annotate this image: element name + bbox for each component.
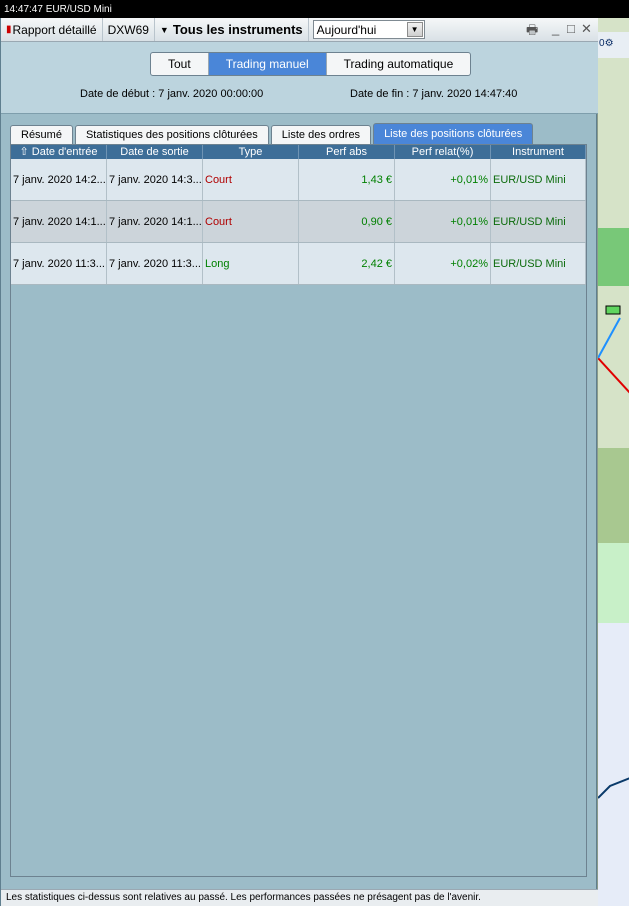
- column-header-type[interactable]: Type: [203, 145, 299, 159]
- chart-band-light: [598, 543, 629, 623]
- instruments-label: Tous les instruments: [172, 22, 303, 37]
- instrument-cell: EUR/USD Mini: [491, 243, 586, 284]
- perf-abs-cell: 0,90 €: [299, 201, 395, 242]
- instrument-cell: EUR/USD Mini: [491, 201, 586, 242]
- chart-band-olive: [598, 448, 629, 543]
- period-select[interactable]: Aujourd'hui ▼: [312, 20, 425, 39]
- top-ticker-text: 14:47:47 EUR/USD Mini: [4, 4, 112, 15]
- print-icon[interactable]: 🖶: [526, 21, 538, 43]
- perf-rel-cell: +0,02%: [395, 243, 491, 284]
- chart-lines: [598, 228, 629, 906]
- caret-down-icon: ▼: [159, 24, 169, 35]
- table-row[interactable]: 7 janv. 2020 14:1... 7 janv. 2020 14:1..…: [11, 201, 586, 243]
- tab-summary[interactable]: Résumé: [10, 125, 73, 144]
- table-header: ⇧ Date d'entrée Date de sortie Type Perf…: [11, 145, 586, 159]
- column-header-entry-date[interactable]: ⇧ Date d'entrée: [11, 145, 107, 159]
- chart-candle: [605, 305, 621, 315]
- segment-all-button[interactable]: Tout: [151, 53, 209, 75]
- period-value: Aujourd'hui: [316, 22, 377, 37]
- candlestick-icon: ▮: [6, 24, 12, 35]
- segment-auto-button[interactable]: Trading automatique: [327, 53, 471, 75]
- chevron-down-icon[interactable]: ▼: [406, 22, 423, 37]
- background-chart: 0⚙: [597, 18, 629, 906]
- column-header-instrument[interactable]: Instrument: [491, 145, 586, 159]
- tab-orders[interactable]: Liste des ordres: [270, 125, 372, 144]
- entry-date-cell: 7 janv. 2020 11:3...: [11, 243, 107, 284]
- instrument-cell: EUR/USD Mini: [491, 159, 586, 200]
- tab-closed-stats[interactable]: Statistiques des positions clôturées: [74, 125, 269, 144]
- chart-band-green: [598, 228, 629, 286]
- tab-closed-positions[interactable]: Liste des positions clôturées: [373, 123, 534, 144]
- chart-blue-line: [598, 317, 621, 359]
- perf-abs-cell: 2,42 €: [299, 243, 395, 284]
- trading-mode-segment: Tout Trading manuel Trading automatique: [150, 52, 472, 76]
- exit-date-cell: 7 janv. 2020 14:3...: [107, 159, 203, 200]
- end-date: Date de fin : 7 janv. 2020 14:47:40: [350, 88, 518, 100]
- platform-top-bar: 14:47:47 EUR/USD Mini: [0, 0, 629, 18]
- perf-rel-cell: +0,01%: [395, 159, 491, 200]
- report-label: Rapport détaillé: [12, 22, 97, 37]
- minimize-icon[interactable]: _: [552, 21, 559, 36]
- gear-icon[interactable]: ⚙: [605, 38, 614, 49]
- segment-manual-button[interactable]: Trading manuel: [208, 53, 327, 75]
- filter-panel: Tout Trading manuel Trading automatique …: [1, 42, 598, 114]
- type-cell: Court: [203, 159, 299, 200]
- report-titlebar: ▮ Rapport détaillé DXW69 ▼ Tous les instru…: [1, 18, 598, 42]
- column-header-perf-abs[interactable]: Perf abs: [299, 145, 395, 159]
- table-row[interactable]: 7 janv. 2020 14:2... 7 janv. 2020 14:3..…: [11, 159, 586, 201]
- chart-red-line: [598, 357, 629, 394]
- disclaimer-statusbar: Les statistiques ci-dessus sont relative…: [1, 889, 598, 906]
- perf-abs-cell: 1,43 €: [299, 159, 395, 200]
- column-header-exit-date[interactable]: Date de sortie: [107, 145, 203, 159]
- exit-date-cell: 7 janv. 2020 11:3...: [107, 243, 203, 284]
- account-label: DXW69: [107, 22, 149, 37]
- perf-rel-cell: +0,01%: [395, 201, 491, 242]
- start-date: Date de début : 7 janv. 2020 00:00:00: [80, 88, 264, 100]
- exit-date-cell: 7 janv. 2020 14:1...: [107, 201, 203, 242]
- table-row[interactable]: 7 janv. 2020 11:3... 7 janv. 2020 11:3..…: [11, 243, 586, 285]
- chart-band-lower: [598, 623, 629, 906]
- closed-positions-table: ⇧ Date d'entrée Date de sortie Type Perf…: [10, 144, 587, 877]
- report-title: ▮ Rapport détaillé: [1, 18, 103, 41]
- detailed-report-window: ▮ Rapport détaillé DXW69 ▼ Tous les instru…: [0, 18, 598, 906]
- column-header-perf-rel[interactable]: Perf relat(%): [395, 145, 491, 159]
- type-cell: Court: [203, 201, 299, 242]
- entry-date-cell: 7 janv. 2020 14:2...: [11, 159, 107, 200]
- disclaimer-text: Les statistiques ci-dessus sont relative…: [6, 892, 481, 903]
- chart-toolbar[interactable]: 0⚙: [598, 32, 629, 58]
- instruments-dropdown[interactable]: ▼ Tous les instruments: [155, 18, 309, 41]
- close-icon[interactable]: ✕: [581, 21, 592, 37]
- entry-date-cell: 7 janv. 2020 14:1...: [11, 201, 107, 242]
- report-tabs: Résumé Statistiques des positions clôtur…: [10, 123, 535, 144]
- maximize-icon[interactable]: □: [567, 21, 575, 36]
- type-cell: Long: [203, 243, 299, 284]
- account-selector[interactable]: DXW69: [103, 18, 155, 41]
